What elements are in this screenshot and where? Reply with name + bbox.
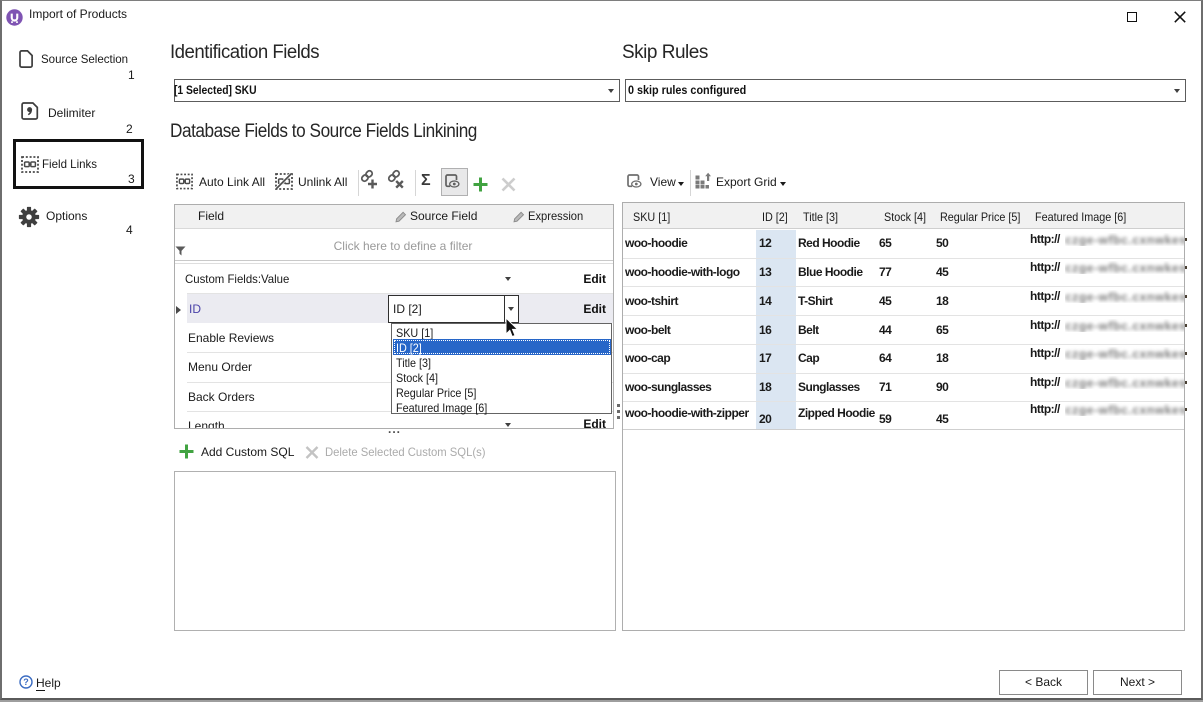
svg-text:?: ?: [23, 677, 29, 687]
